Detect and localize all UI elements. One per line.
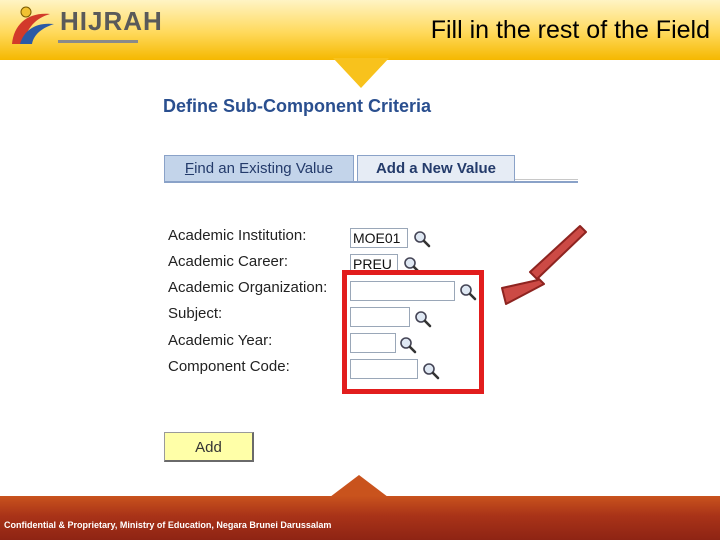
pointer-arrow-icon [501, 225, 587, 305]
academic-organization-label: Academic Organization: [168, 279, 328, 296]
page-title: Define Sub-Component Criteria [163, 96, 432, 116]
logo-text: HIJRAH [60, 6, 163, 36]
academic-institution-label: Academic Institution: [168, 227, 307, 244]
footer-bar [0, 496, 720, 540]
academic-year-label: Academic Year: [168, 332, 273, 349]
footer-confidential-text: Confidential & Proprietary, Ministry of … [4, 520, 332, 530]
tab-find-label: ind an Existing Value [194, 160, 334, 177]
subject-label: Subject: [168, 305, 223, 322]
tab-divider [515, 179, 578, 180]
tab-find-accesskey: F [184, 160, 195, 177]
footer-notch [330, 475, 388, 497]
academic-institution-lookup-icon[interactable] [413, 230, 431, 248]
tab-underline [164, 181, 578, 183]
tab-add-new-value[interactable]: Add a New Value [357, 155, 515, 181]
highlight-box [342, 270, 484, 394]
slide-title: Fill in the rest of the Field [430, 16, 710, 44]
academic-institution-field[interactable]: MOE01 [350, 228, 408, 248]
add-button[interactable]: Add [164, 432, 254, 462]
component-code-label: Component Code: [168, 358, 290, 375]
academic-career-label: Academic Career: [168, 253, 289, 270]
tab-find-existing-value[interactable]: Find an Existing Value [164, 155, 354, 181]
banner-notch [333, 58, 389, 88]
